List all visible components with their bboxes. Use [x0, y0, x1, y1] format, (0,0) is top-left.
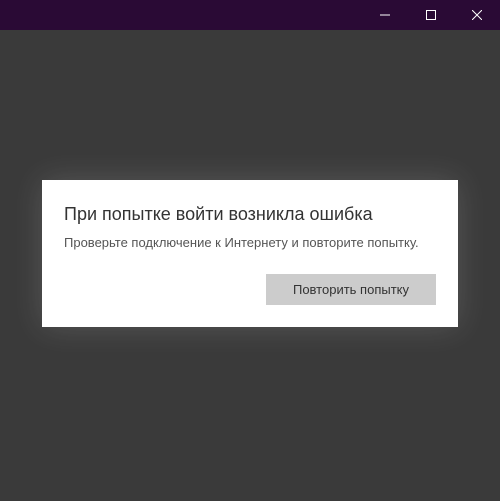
content-area: При попытке войти возникла ошибка Провер…: [0, 30, 500, 501]
dialog-actions: Повторить попытку: [64, 274, 436, 305]
titlebar: [0, 0, 500, 30]
close-icon: [472, 10, 482, 20]
dialog-message: Проверьте подключение к Интернету и повт…: [64, 235, 436, 250]
close-button[interactable]: [454, 0, 500, 30]
retry-button[interactable]: Повторить попытку: [266, 274, 436, 305]
error-dialog: При попытке войти возникла ошибка Провер…: [42, 180, 458, 327]
minimize-button[interactable]: [362, 0, 408, 30]
titlebar-buttons: [362, 0, 500, 30]
dialog-title: При попытке войти возникла ошибка: [64, 204, 436, 225]
maximize-icon: [426, 10, 436, 20]
minimize-icon: [380, 10, 390, 20]
app-window: При попытке войти возникла ошибка Провер…: [0, 0, 500, 501]
maximize-button[interactable]: [408, 0, 454, 30]
